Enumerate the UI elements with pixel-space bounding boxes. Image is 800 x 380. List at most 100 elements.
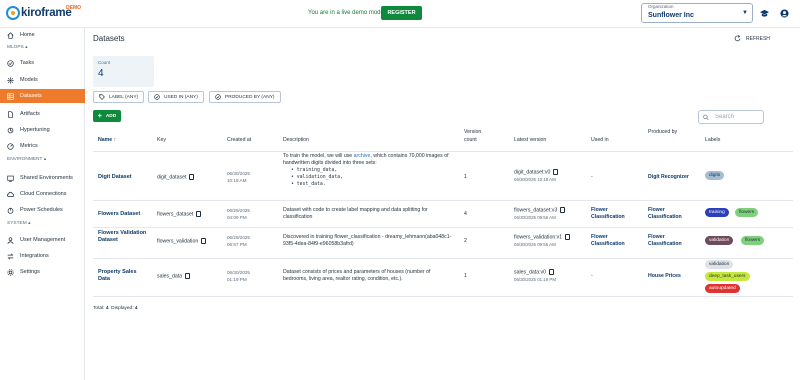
sort-arrow-up-icon: ↑	[113, 137, 117, 143]
column-header-latest-version: Latest version	[514, 137, 547, 143]
latest-version: flowers_validation:v1 06/30/2025 09:56 A…	[514, 234, 571, 248]
dataset-key: sales_data	[157, 273, 191, 280]
copy-icon[interactable]	[185, 273, 191, 279]
sidebar-section-mlops[interactable]: MLOPS ▴	[7, 45, 28, 50]
copy-icon[interactable]	[560, 207, 566, 213]
dataset-key: flowers_validation	[157, 238, 207, 245]
search-box[interactable]	[698, 110, 764, 124]
divider	[93, 227, 793, 228]
column-header-name[interactable]: Name ↑	[98, 136, 116, 144]
sidebar-item-settings[interactable]: Settings	[0, 265, 85, 279]
sidebar-item-label: Artifacts	[20, 111, 40, 117]
label-tag: flowers	[735, 208, 759, 217]
models-icon	[7, 76, 14, 84]
user-management-icon	[7, 236, 14, 244]
refresh-label: REFRESH	[746, 35, 770, 42]
archive-link[interactable]: archive	[354, 153, 371, 159]
kiroframe-logo[interactable]: kiroframe DEMO	[6, 5, 81, 20]
produced-by-filter-button[interactable]: PRODUCED BY (ANY)	[209, 91, 281, 103]
sidebar-item-metrics[interactable]: Metrics	[0, 139, 85, 153]
refresh-button[interactable]: REFRESH	[734, 35, 770, 42]
latest-version-link[interactable]: flowers_dataset:v3	[514, 207, 557, 213]
latest-version: flowers_dataset:v3 06/30/2025 09:56 AM	[514, 207, 566, 221]
version-count: 2	[464, 238, 467, 244]
dataset-key: flowers_dataset	[157, 211, 202, 218]
sidebar-item-models[interactable]: Models	[0, 73, 85, 87]
copy-icon[interactable]	[189, 174, 195, 180]
organization-selector[interactable]: Organization Sunflower Inc ▼	[641, 3, 753, 23]
sidebar-item-home[interactable]: Home	[0, 28, 85, 42]
sidebar-item-hypertuning[interactable]: Hypertuning	[0, 123, 85, 137]
produced-by-link[interactable]: Flower Classification	[648, 234, 696, 248]
sidebar-item-tasks[interactable]: Tasks	[0, 56, 85, 70]
sidebar-item-power-schedules[interactable]: Power Schedules	[0, 203, 85, 217]
produced-by-link[interactable]: House Prices	[648, 273, 681, 280]
dataset-name-link[interactable]: Flowers Dataset	[98, 211, 140, 218]
sidebar-item-cloud-connections[interactable]: Cloud Connections	[0, 187, 85, 201]
copy-icon[interactable]	[565, 234, 571, 240]
dataset-description: Dataset consists of prices and parameter…	[283, 269, 431, 282]
copy-icon[interactable]	[196, 211, 202, 217]
latest-version-link[interactable]: digit_dataset:v0	[514, 169, 550, 175]
filter-label: PRODUCED BY (ANY)	[225, 94, 275, 100]
latest-version-link[interactable]: flowers_validation:v1	[514, 234, 562, 240]
page-title: Datasets	[93, 34, 125, 43]
column-header-labels: Labels	[705, 137, 721, 143]
copy-icon[interactable]	[549, 269, 555, 275]
dataset-description: To train the model, we will use archive,…	[283, 153, 449, 187]
column-header-version-count: Version count	[464, 129, 482, 143]
register-button[interactable]: REGISTER	[381, 6, 422, 20]
account-circle-icon[interactable]	[780, 9, 789, 18]
column-header-key: Key	[157, 137, 166, 143]
used-in-link[interactable]: Flower Classification	[591, 207, 639, 221]
sidebar-item-integrations[interactable]: Integrations	[0, 249, 85, 263]
sidebar-item-artifacts[interactable]: Artifacts	[0, 107, 85, 121]
datasets-icon	[7, 92, 14, 100]
dataset-name-link[interactable]: Property Sales Data	[98, 269, 148, 283]
dataset-description: Dataset with code to create label mappin…	[283, 207, 428, 220]
used-in-filter-button[interactable]: USED IN (ANY)	[148, 91, 204, 103]
hypertuning-icon	[7, 127, 14, 133]
column-header-produced-by: Produced by	[648, 129, 678, 135]
copy-icon[interactable]	[553, 169, 559, 175]
table-footer: Total: 4 Displayed: 4	[93, 306, 138, 311]
demo-badge: DEMO	[66, 5, 81, 11]
sidebar-item-label: Metrics	[20, 143, 38, 149]
used-in-link[interactable]: Flower Classification	[591, 234, 639, 248]
search-input[interactable]	[715, 114, 763, 120]
sidebar-item-label: User Management	[20, 237, 66, 243]
created-at: 06/29/2025 04:09 PM	[227, 208, 250, 220]
version-count: 4	[464, 211, 467, 217]
sidebar-section-system[interactable]: SYSTEM ▴	[7, 221, 30, 226]
tag-icon	[99, 94, 105, 100]
latest-version: digit_dataset:v0 06/30/2025 10:18 AM	[514, 169, 559, 183]
sidebar-item-label: Home	[20, 32, 35, 38]
graduation-cap-icon[interactable]	[760, 9, 769, 18]
tasks-icon	[7, 59, 14, 67]
count-label: Count	[98, 60, 111, 65]
column-header-used-in: Used in	[591, 137, 609, 143]
sidebar-item-shared-environments[interactable]: Shared Environments	[0, 171, 85, 185]
dataset-name-link[interactable]: Digit Dataset	[98, 174, 132, 181]
sidebar-item-label: Integrations	[20, 253, 49, 259]
produced-by-link[interactable]: Flower Classification	[648, 207, 696, 221]
sidebar-item-datasets[interactable]: Datasets	[0, 89, 85, 103]
dataset-name-link[interactable]: Flowers Validation Dataset	[98, 230, 148, 244]
sidebar-section-environment[interactable]: ENVIRONMENT ▴	[7, 157, 46, 162]
latest-version-link[interactable]: sales_data:v0	[514, 269, 546, 275]
produced-by-link[interactable]: Digit Recognizer	[648, 174, 689, 181]
artifacts-icon	[8, 110, 13, 118]
label-tag: flowers	[741, 236, 765, 245]
sidebar-item-label: Cloud Connections	[20, 191, 67, 197]
label-filter-button[interactable]: LABEL (ANY)	[93, 91, 145, 103]
sidebar-item-user-management[interactable]: User Management	[0, 233, 85, 247]
copy-icon[interactable]	[201, 238, 207, 244]
dataset-description: Discovered in training flower_classifica…	[283, 234, 452, 247]
cloud-connections-icon	[7, 191, 14, 197]
divider	[93, 296, 793, 297]
created-at: 06/30/2025 01:19 PM	[227, 270, 250, 282]
add-dataset-button[interactable]: + ADD	[93, 110, 121, 122]
plus-icon: +	[97, 112, 102, 120]
home-icon	[7, 31, 14, 39]
version-count: 1	[464, 273, 467, 279]
